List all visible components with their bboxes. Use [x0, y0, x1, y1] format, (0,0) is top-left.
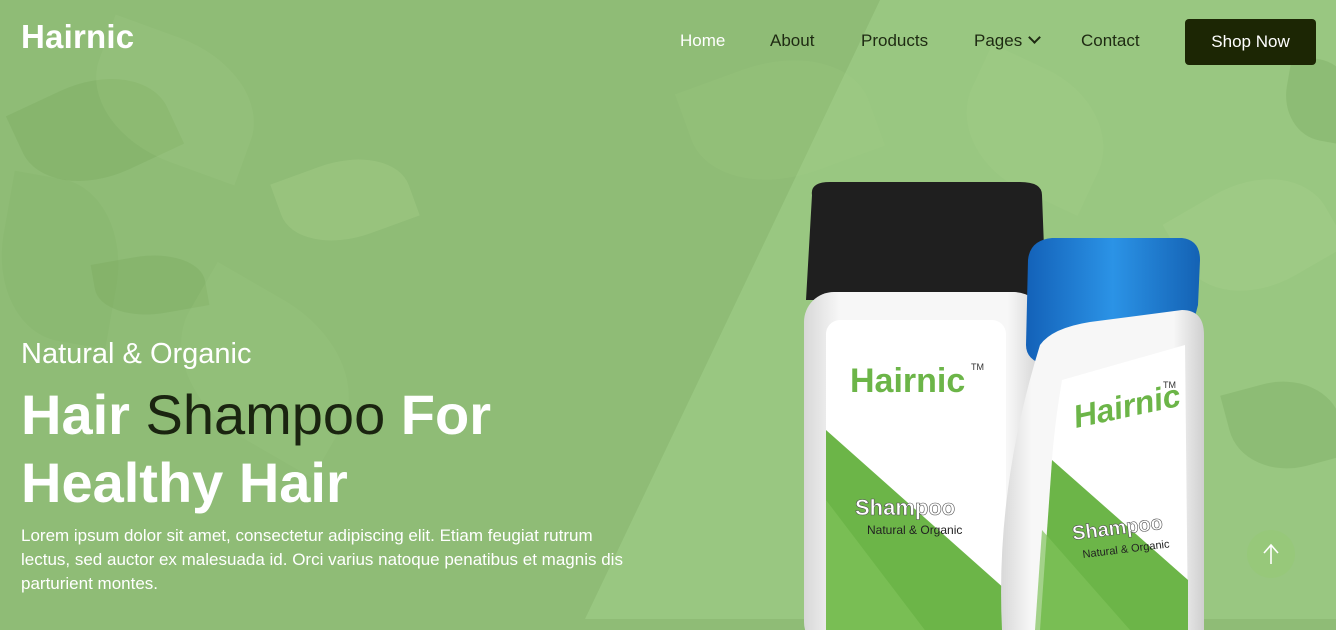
bottle1-label: Shampoo: [855, 495, 955, 520]
bottle1-brand: Hairnic: [850, 362, 965, 400]
product-image: Hairnic TM Shampoo Natural & Organic Hai…: [804, 182, 1204, 630]
bottle1-trademark: TM: [971, 362, 984, 372]
bottle2-trademark: TM: [1163, 380, 1176, 390]
arrow-up-icon: [1263, 543, 1279, 564]
bottle1-tagline: Natural & Organic: [867, 523, 962, 537]
shop-now-button[interactable]: Shop Now: [1185, 19, 1316, 65]
headline-word-hair: Hair: [21, 383, 130, 446]
nav-contact[interactable]: Contact: [1081, 31, 1140, 51]
hero-description: Lorem ipsum dolor sit amet, consectetur …: [21, 526, 623, 593]
site-logo[interactable]: Hairnic: [21, 18, 134, 56]
nav-pages-label: Pages: [974, 31, 1023, 50]
headline-word-for: For: [400, 383, 492, 446]
chevron-down-icon: [1028, 31, 1042, 44]
nav-about[interactable]: About: [770, 31, 814, 51]
nav-pages[interactable]: Pages: [974, 31, 1042, 51]
hero-subtitle: Natural & Organic: [21, 338, 252, 370]
headline-word-shampoo: Shampoo: [145, 383, 386, 446]
scroll-to-top-button[interactable]: [1247, 530, 1295, 578]
nav-products[interactable]: Products: [861, 31, 928, 51]
bottle-blue-cap: Hairnic TM Shampoo Natural & Organic: [1001, 238, 1204, 630]
nav-home[interactable]: Home: [680, 31, 725, 51]
headline-line-2: Healthy Hair: [21, 451, 348, 514]
hero-headline: Hair Shampoo For Healthy Hair: [21, 381, 491, 517]
